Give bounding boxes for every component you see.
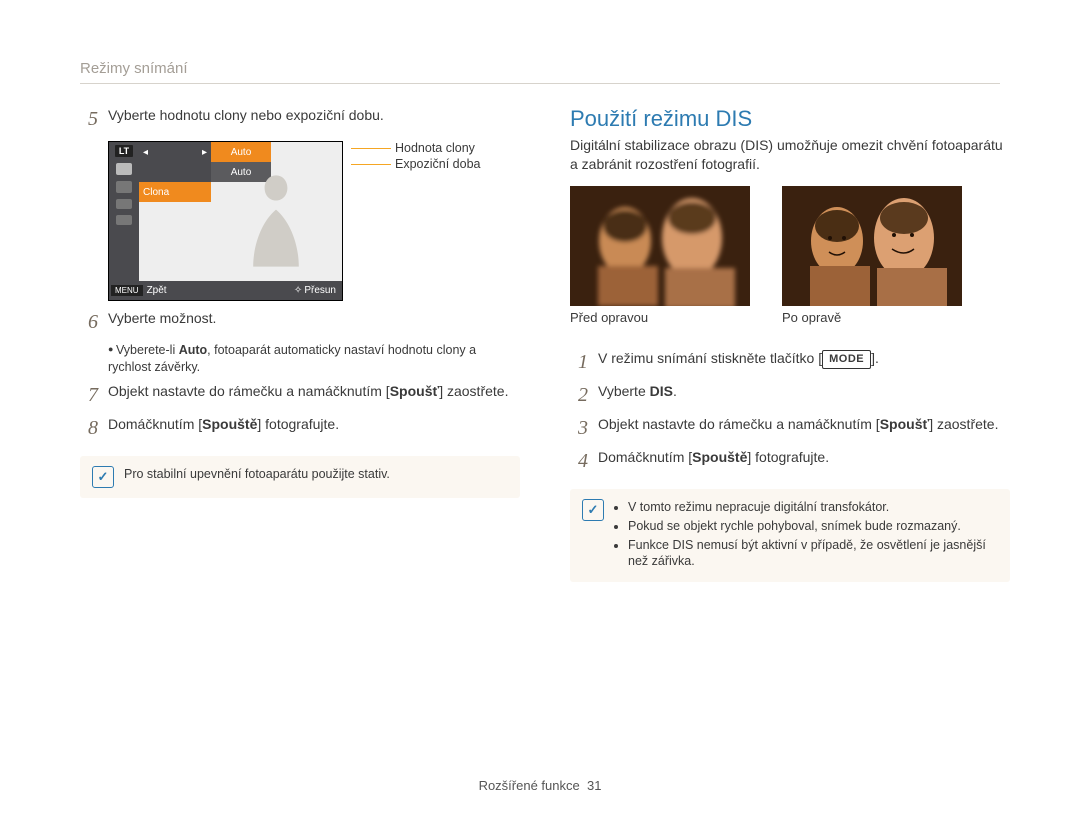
rstep4-num: 4 [570, 448, 588, 475]
camera-side-icon [116, 181, 132, 193]
callout-exposure: Expoziční doba [395, 157, 480, 171]
camera-value-1: Auto [211, 142, 271, 162]
info-icon: ✓ [92, 466, 114, 488]
step5-num: 5 [80, 106, 98, 133]
caption-before: Před opravou [570, 310, 750, 325]
section-heading-dis: Použití režimu DIS [570, 106, 1010, 132]
sample-photo-before [570, 186, 750, 306]
camera-silhouette [214, 164, 338, 278]
left-column: 5 Vyberte hodnotu clony nebo expoziční d… [80, 106, 520, 582]
step8-text: Domáčknutím [Spouště] fotografujte. [108, 415, 520, 442]
callout-aperture: Hodnota clony [395, 141, 475, 155]
note-right-list: V tomto režimu nepracuje digitální trans… [614, 499, 998, 573]
camera-screen-mock: LT ◂▸ Clona Auto Auto [108, 141, 343, 301]
camera-side-icon [116, 215, 132, 225]
breadcrumb: Režimy snímání [80, 60, 1000, 84]
camera-side-icon [116, 199, 132, 209]
note-item: Pokud se objekt rychle pohyboval, snímek… [628, 518, 998, 535]
rstep4-text: Domáčknutím [Spouště] fotografujte. [598, 448, 1010, 475]
right-column: Použití režimu DIS Digitální stabilizace… [570, 106, 1010, 582]
camera-menu-selected: Clona [139, 182, 211, 202]
camera-foot-menu: MENU [111, 285, 143, 296]
step7-text: Objekt nastavte do rámečku a namáčknutím… [108, 382, 520, 409]
camera-foot-move: Přesun [304, 285, 336, 296]
camera-foot-back: Zpět [147, 285, 167, 296]
page-footer: Rozšířené funkce 31 [0, 778, 1080, 793]
sample-photo-after [782, 186, 962, 306]
mode-button-badge: MODE [822, 350, 871, 369]
camera-side-icon [116, 163, 132, 175]
note-item: Funkce DIS nemusí být aktivní v případě,… [628, 537, 998, 571]
step6-text: Vyberte možnost. [108, 309, 520, 336]
rstep2-num: 2 [570, 382, 588, 409]
note-box-right: ✓ V tomto režimu nepracuje digitální tra… [570, 489, 1010, 583]
step7-num: 7 [80, 382, 98, 409]
dis-lead-text: Digitální stabilizace obrazu (DIS) umožň… [570, 136, 1010, 174]
rstep1-num: 1 [570, 349, 588, 376]
note-left-text: Pro stabilní upevnění fotoaparátu použij… [124, 466, 390, 488]
step8-num: 8 [80, 415, 98, 442]
note-item: V tomto režimu nepracuje digitální trans… [628, 499, 998, 516]
note-box-left: ✓ Pro stabilní upevnění fotoaparátu použ… [80, 456, 520, 498]
caption-after: Po opravě [782, 310, 962, 325]
step6-num: 6 [80, 309, 98, 336]
camera-lt-badge: LT [115, 145, 133, 157]
nav-icon: ✧ [294, 285, 302, 296]
step5-text: Vyberte hodnotu clony nebo expoziční dob… [108, 106, 520, 133]
rstep3-text: Objekt nastavte do rámečku a namáčknutím… [598, 415, 1010, 442]
rstep1-text: V režimu snímání stiskněte tlačítko [MOD… [598, 349, 1010, 376]
rstep3-num: 3 [570, 415, 588, 442]
rstep2-text: Vyberte DIS. [598, 382, 1010, 409]
step6-subnote: Vyberete-li Auto, fotoaparát automaticky… [108, 342, 520, 376]
info-icon: ✓ [582, 499, 604, 521]
